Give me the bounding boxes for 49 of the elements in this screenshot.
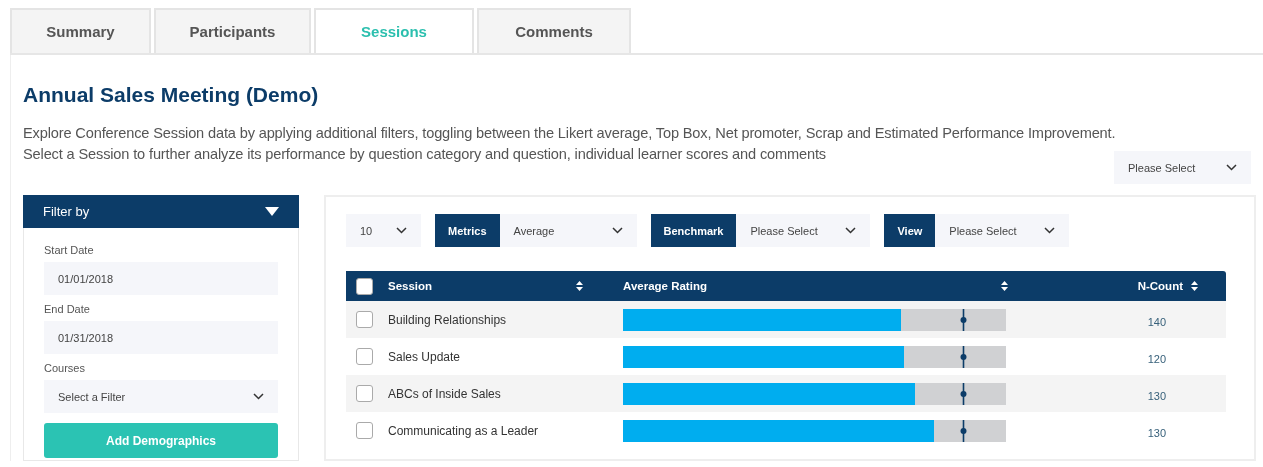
checkbox[interactable] xyxy=(356,348,373,365)
chevron-down-icon xyxy=(611,227,623,234)
select-dropdown[interactable]: Please Select xyxy=(935,214,1070,247)
select-dropdown[interactable]: Select a Filter xyxy=(44,380,278,413)
select-label: Metrics xyxy=(435,214,500,247)
chevron-down-icon xyxy=(253,393,264,400)
column-header[interactable]: Average Rating xyxy=(623,280,707,292)
session-name: ABCs of Inside Sales xyxy=(388,386,502,401)
select-dropdown[interactable]: Please Select xyxy=(736,214,871,247)
date-field[interactable]: 01/31/2018 xyxy=(44,321,278,354)
page-title: Annual Sales Meeting (Demo) xyxy=(23,83,320,107)
tab[interactable]: Summary xyxy=(10,8,151,53)
description: Explore Conference Session data by applying additional filters, toggling between the Likert average, Top Box, Net promoter, Scrap and Estimated Performance Improvement. Select a Session to further analyze its performance by question category and question, individual learner scores and comments xyxy=(23,124,1117,164)
checkbox[interactable] xyxy=(356,385,373,402)
count-cell: 130 xyxy=(1147,389,1166,402)
column-header[interactable]: N-Count xyxy=(1137,280,1183,292)
field-label: End Date xyxy=(44,303,91,315)
checkbox[interactable] xyxy=(356,422,373,439)
checkbox[interactable] xyxy=(356,277,373,295)
chevron-down-icon xyxy=(396,227,407,234)
tab[interactable]: Participants xyxy=(154,8,311,53)
field-label: Start Date xyxy=(44,244,95,256)
column-header[interactable]: Session xyxy=(388,280,433,292)
select-dropdown[interactable]: Please Select xyxy=(1114,151,1251,184)
page-size-select[interactable]: 10 xyxy=(346,214,421,247)
select-label: View xyxy=(884,214,936,247)
sort-icon[interactable] xyxy=(1191,281,1198,291)
sort-icon[interactable] xyxy=(576,281,583,291)
count-cell: 130 xyxy=(1147,426,1166,439)
table-row[interactable]: Building Relationships 140 xyxy=(346,301,1226,338)
session-name: Building Relationships xyxy=(388,312,508,327)
table-row[interactable]: ABCs of Inside Sales 130 xyxy=(346,375,1226,412)
filter-title: Filter by xyxy=(43,204,90,219)
date-field[interactable]: 01/01/2018 xyxy=(44,262,278,295)
sort-icon[interactable] xyxy=(1001,281,1008,291)
chevron-down-icon xyxy=(1044,227,1056,234)
chevron-down-icon xyxy=(845,227,857,234)
session-name: Sales Update xyxy=(388,349,462,364)
select-label: Benchmark xyxy=(650,214,737,247)
select-dropdown[interactable]: Average xyxy=(499,214,637,247)
session-name: Communicating as a Leader xyxy=(388,423,540,438)
field-label: Courses xyxy=(44,362,86,374)
chevron-down-icon xyxy=(1226,164,1237,171)
count-cell: 120 xyxy=(1147,352,1166,365)
caret-icon[interactable] xyxy=(265,207,279,216)
count-cell: 140 xyxy=(1147,315,1166,328)
checkbox[interactable] xyxy=(356,311,373,328)
tab[interactable]: Comments xyxy=(477,8,631,53)
filter-header[interactable]: Filter by xyxy=(23,195,299,228)
